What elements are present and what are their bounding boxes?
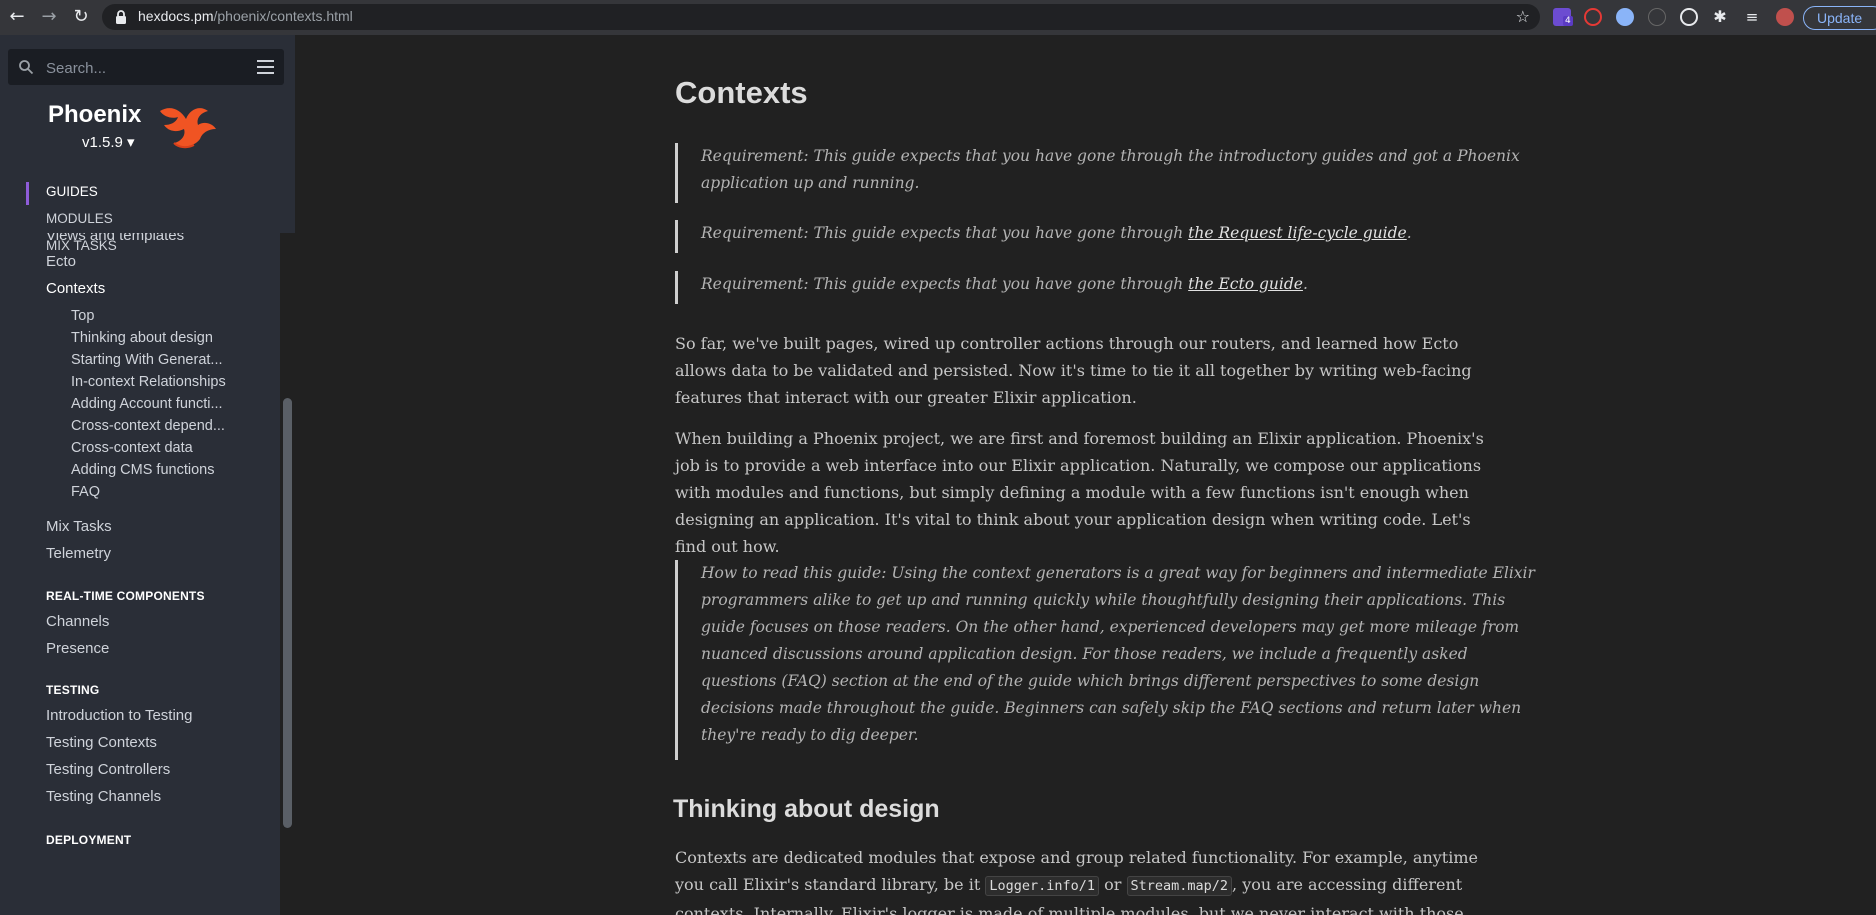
requirement-note-1: Requirement: This guide expects that you…	[675, 143, 1555, 203]
sidebar-nav: Views and templates Ecto Contexts Top Th…	[0, 233, 295, 915]
info-extension-icon[interactable]	[1648, 8, 1666, 26]
intro-paragraph: So far, we've built pages, wired up cont…	[675, 334, 1472, 407]
sidebar-subitem-thinking-about-design[interactable]: Thinking about design	[71, 330, 213, 346]
extension-badge-icon[interactable]: 4	[1553, 8, 1573, 26]
lock-icon[interactable]	[114, 9, 128, 25]
search-input[interactable]	[44, 49, 248, 87]
address-bar[interactable]: hexdocs.pm/phoenix/contexts.html ☆	[102, 4, 1540, 30]
sidebar-item-testing-controllers[interactable]: Testing Controllers	[46, 761, 170, 778]
code-logger-info: Logger.info/1	[985, 876, 1100, 896]
block-extension-icon[interactable]	[1584, 8, 1602, 26]
target-extension-icon[interactable]	[1680, 8, 1698, 26]
requirement-note-1-line-2: application up and running.	[701, 174, 920, 192]
sidebar-scrollbar-thumb[interactable]	[283, 398, 292, 828]
version-dropdown[interactable]: v1.5.9 ▾	[82, 133, 135, 151]
phoenix-project-paragraph: When building a Phoenix project, we are …	[675, 429, 1484, 556]
extension-badge-count: 4	[1563, 16, 1573, 26]
active-tab-indicator	[26, 182, 29, 205]
sidebar-item-telemetry[interactable]: Telemetry	[46, 545, 111, 562]
requirement-note-2-text: Requirement: This guide expects that you…	[701, 224, 1184, 242]
project-name[interactable]: Phoenix	[48, 101, 141, 129]
puzzle-extensions-icon[interactable]: ✱	[1709, 6, 1731, 28]
ecto-guide-link[interactable]: the Ecto guide	[1188, 275, 1303, 293]
sidebar-subitem-adding-account-functions[interactable]: Adding Account functi...	[71, 396, 223, 412]
sidebar-subitem-starting-with-generators[interactable]: Starting With Generat...	[71, 352, 223, 368]
requirement-note-3: Requirement: This guide expects that you…	[675, 271, 1555, 304]
contexts-paragraph: Contexts are dedicated modules that expo…	[675, 844, 1505, 915]
sidebar-item-channels[interactable]: Channels	[46, 613, 109, 630]
tab-guides[interactable]: GUIDES	[46, 184, 98, 199]
reload-icon[interactable]: ↻	[70, 6, 92, 28]
search-box[interactable]	[8, 49, 284, 87]
avatar[interactable]	[1776, 8, 1794, 26]
sidebar-item-views-and-templates[interactable]: Views and templates	[46, 233, 184, 244]
page-title: Contexts	[675, 75, 808, 110]
requirement-note-2-period: .	[1406, 224, 1412, 242]
requirement-note-1-line-1: Requirement: This guide expects that you…	[701, 147, 1520, 165]
sidebar-item-testing-channels[interactable]: Testing Channels	[46, 788, 161, 805]
sidebar-item-mix-tasks[interactable]: Mix Tasks	[46, 518, 112, 535]
sidebar-subitem-cross-context-dependencies[interactable]: Cross-context depend...	[71, 418, 225, 434]
back-icon[interactable]: ←	[6, 6, 28, 28]
sidebar-item-presence[interactable]: Presence	[46, 640, 109, 657]
sidebar: Phoenix v1.5.9 ▾ GUIDES MODULES MIX TASK…	[0, 35, 295, 915]
sidebar-subitem-adding-cms-functions[interactable]: Adding CMS functions	[71, 462, 214, 478]
code-stream-map: Stream.map/2	[1126, 876, 1233, 896]
browser-toolbar: ← → ↻ hexdocs.pm/phoenix/contexts.html ☆…	[0, 0, 1876, 35]
bookmark-star-icon[interactable]: ☆	[1516, 7, 1530, 26]
extension-icon[interactable]	[1616, 8, 1634, 26]
sidebar-group-testing: TESTING	[46, 683, 100, 697]
menu-icon[interactable]	[257, 60, 274, 74]
requirement-note-3-period: .	[1302, 275, 1308, 293]
sidebar-subitem-cross-context-data[interactable]: Cross-context data	[71, 440, 193, 456]
sidebar-subitem-faq[interactable]: FAQ	[71, 484, 100, 500]
requirement-note-2: Requirement: This guide expects that you…	[675, 220, 1555, 253]
section-heading-thinking-about-design: Thinking about design	[673, 795, 940, 823]
sidebar-subitem-top[interactable]: Top	[71, 308, 94, 324]
sidebar-group-deployment: DEPLOYMENT	[46, 833, 132, 847]
request-life-cycle-guide-link[interactable]: the Request life-cycle guide	[1188, 224, 1407, 242]
requirement-note-3-text: Requirement: This guide expects that you…	[701, 275, 1184, 293]
how-to-read-note: How to read this guide: Using the contex…	[675, 560, 1545, 760]
url-text[interactable]: hexdocs.pm/phoenix/contexts.html	[138, 8, 353, 24]
contexts-paragraph-or: or	[1104, 875, 1122, 894]
forward-icon[interactable]: →	[38, 6, 60, 28]
sidebar-item-introduction-to-testing[interactable]: Introduction to Testing	[46, 707, 192, 724]
update-button[interactable]: Update	[1803, 6, 1876, 30]
sidebar-item-contexts[interactable]: Contexts	[46, 280, 105, 297]
reading-list-icon[interactable]: ≡	[1741, 6, 1763, 28]
sidebar-item-testing-contexts[interactable]: Testing Contexts	[46, 734, 157, 751]
sidebar-subitem-in-context-relationships[interactable]: In-context Relationships	[71, 374, 226, 390]
phoenix-logo-icon	[160, 108, 216, 149]
tab-modules[interactable]: MODULES	[46, 211, 113, 226]
sidebar-group-realtime: REAL-TIME COMPONENTS	[46, 589, 205, 603]
sidebar-item-ecto[interactable]: Ecto	[46, 253, 76, 270]
search-icon	[19, 60, 34, 75]
main-content: Contexts Requirement: This guide expects…	[295, 35, 1876, 915]
